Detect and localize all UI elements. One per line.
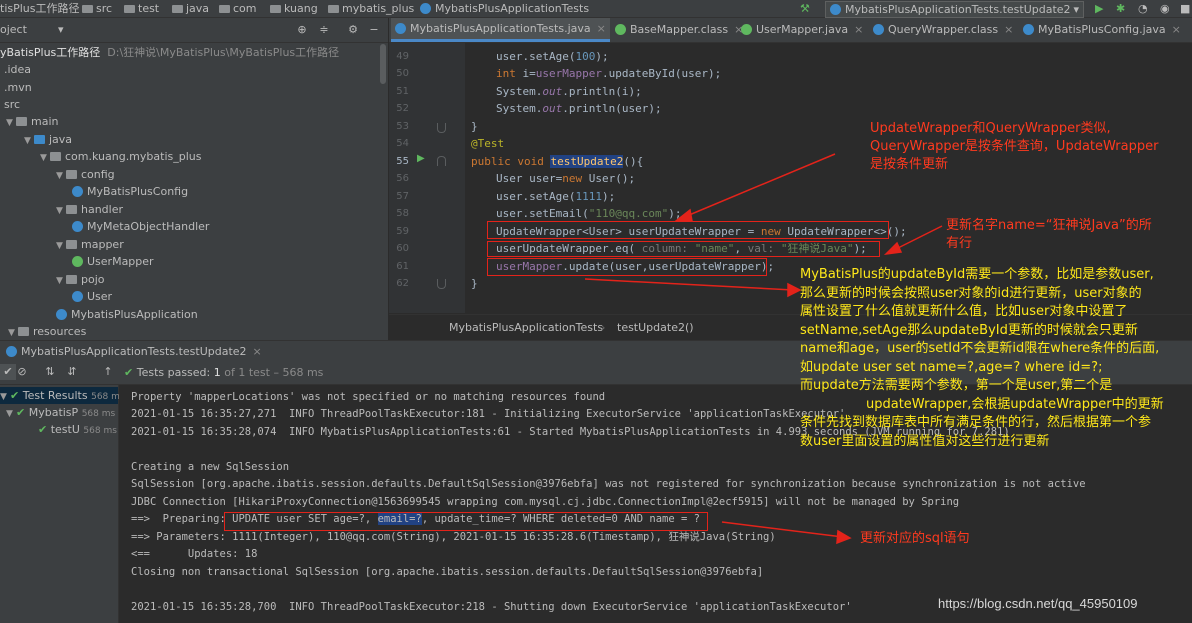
annotation-sql-note: 更新对应的sql语句 xyxy=(860,531,970,546)
arrowhead-note1 xyxy=(673,208,693,222)
arrowhead-note2 xyxy=(883,241,903,256)
arrow-note3 xyxy=(584,278,794,291)
annotation-explanation: MyBatisPlus的updateById需要一个参数，比如是参数user, … xyxy=(800,267,1164,449)
arrowhead-note3 xyxy=(787,282,802,298)
annotation-name-note: 更新名字name=“狂神说Java”的所 有行 xyxy=(946,218,1152,251)
annotation-wrapper-note: UpdateWrapper和QueryWrapper类似, QueryWrapp… xyxy=(870,121,1159,172)
watermark: https://blog.csdn.net/qq_45950109 xyxy=(938,596,1138,611)
arrow-note4 xyxy=(721,521,844,538)
arrow-note1 xyxy=(681,153,836,219)
arrowhead-note4 xyxy=(836,529,852,545)
